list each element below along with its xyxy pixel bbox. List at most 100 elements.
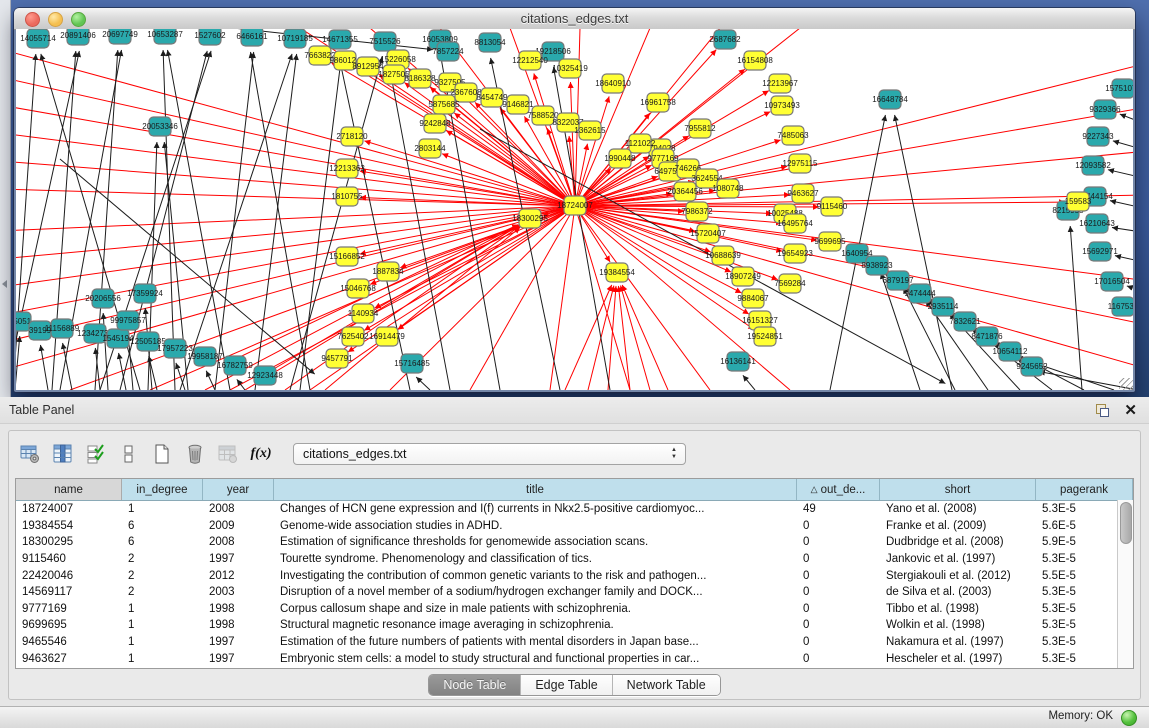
table-row[interactable]: 2242004622012Investigating the contribut… <box>16 567 1133 584</box>
table-cell[interactable]: Estimation of significance thresholds fo… <box>274 536 797 548</box>
table-cell[interactable]: Dudbridge et al. (2008) <box>880 536 1036 548</box>
show-column-button[interactable] <box>50 441 76 467</box>
tab-network-table[interactable]: Network Table <box>613 675 720 695</box>
column-header-year[interactable]: year <box>203 479 274 500</box>
column-header-pagerank[interactable]: pagerank <box>1036 479 1133 500</box>
table-cell[interactable]: 1 <box>122 619 203 631</box>
table-cell[interactable]: 0 <box>797 553 880 565</box>
panel-collapse-arrow-icon[interactable] <box>2 280 7 288</box>
table-cell[interactable]: Franke et al. (2009) <box>880 520 1036 532</box>
table-row[interactable]: 1830029562008Estimation of significance … <box>16 534 1133 551</box>
table-cell[interactable]: 9777169 <box>16 603 122 615</box>
table-cell[interactable]: 2 <box>122 553 203 565</box>
table-cell[interactable]: 18724007 <box>16 503 122 515</box>
row-height-button[interactable] <box>116 441 142 467</box>
table-row[interactable]: 977716911998Corpus callosum shape and si… <box>16 601 1133 618</box>
table-cell[interactable]: 9463627 <box>16 653 122 665</box>
table-cell[interactable]: 1 <box>122 653 203 665</box>
table-cell[interactable]: 19384554 <box>16 520 122 532</box>
column-header-out_de[interactable]: △out_de... <box>797 479 880 500</box>
window-resize-grip[interactable] <box>1119 378 1133 390</box>
table-cell[interactable]: 0 <box>797 570 880 582</box>
table-cell[interactable]: Estimation of the future numbers of pati… <box>274 636 797 648</box>
table-cell[interactable]: 0 <box>797 586 880 598</box>
table-cell[interactable]: Genome-wide association studies in ADHD. <box>274 520 797 532</box>
table-cell[interactable]: Changes of HCN gene expression and I(f) … <box>274 503 797 515</box>
table-header-row[interactable]: namein_degreeyeartitle△out_de...shortpag… <box>16 479 1133 501</box>
table-cell[interactable]: de Silva et al. (2003) <box>880 586 1036 598</box>
column-header-in_degree[interactable]: in_degree <box>122 479 203 500</box>
table-cell[interactable]: Investigating the contribution of common… <box>274 570 797 582</box>
table-cell[interactable]: 49 <box>797 503 880 515</box>
column-header-title[interactable]: title <box>274 479 797 500</box>
table-row[interactable]: 1938455462009Genome-wide association stu… <box>16 518 1133 535</box>
network-window-titlebar[interactable]: citations_edges.txt <box>14 8 1135 30</box>
table-cell[interactable]: 22420046 <box>16 570 122 582</box>
close-panel-icon[interactable]: ✕ <box>1124 401 1137 419</box>
table-cell[interactable]: Hescheler et al. (1997) <box>880 653 1036 665</box>
table-row[interactable]: 946554611997Estimation of the future num… <box>16 634 1133 651</box>
table-cell[interactable]: 0 <box>797 653 880 665</box>
table-cell[interactable]: Nakamura et al. (1997) <box>880 636 1036 648</box>
table-cell[interactable]: 1 <box>122 503 203 515</box>
network-window[interactable]: citations_edges.txt 18724007140557142089… <box>14 8 1135 392</box>
table-cell[interactable]: Disruption of a novel member of a sodium… <box>274 586 797 598</box>
table-cell[interactable]: Jankovic et al. (1997) <box>880 553 1036 565</box>
table-cell[interactable]: 14569117 <box>16 586 122 598</box>
table-cell[interactable]: 2008 <box>203 536 274 548</box>
table-cell[interactable]: 9699695 <box>16 619 122 631</box>
table-row[interactable]: 969969511998Structural magnetic resonanc… <box>16 617 1133 634</box>
tab-edge-table[interactable]: Edge Table <box>521 675 612 695</box>
select-all-rows-button[interactable] <box>83 441 109 467</box>
table-row[interactable]: 946362711997Embryonic stem cells: a mode… <box>16 650 1133 667</box>
table-cell[interactable]: 9115460 <box>16 553 122 565</box>
table-cell[interactable]: 9465546 <box>16 636 122 648</box>
table-cell[interactable]: 1998 <box>203 603 274 615</box>
column-header-name[interactable]: name <box>16 479 122 500</box>
table-cell[interactable]: 0 <box>797 520 880 532</box>
table-cell[interactable]: 1998 <box>203 619 274 631</box>
citation-network-graph[interactable]: 1872400714055714208914062069774910653287… <box>16 29 1133 390</box>
table-cell[interactable]: 1 <box>122 603 203 615</box>
network-canvas[interactable]: 1872400714055714208914062069774910653287… <box>16 29 1133 390</box>
delete-table-button[interactable] <box>182 441 208 467</box>
function-builder-button[interactable]: f(x) <box>248 441 274 467</box>
table-cell[interactable]: 0 <box>797 536 880 548</box>
table-selector-dropdown[interactable]: citations_edges.txt ▲▼ <box>293 443 686 465</box>
table-cell[interactable]: 1 <box>122 636 203 648</box>
table-cell[interactable]: 2 <box>122 586 203 598</box>
scrollbar-thumb[interactable] <box>1120 502 1132 544</box>
table-cell[interactable]: 0 <box>797 636 880 648</box>
table-cell[interactable]: 6 <box>122 520 203 532</box>
table-cell[interactable]: 2009 <box>203 520 274 532</box>
table-vertical-scrollbar[interactable] <box>1117 500 1133 668</box>
table-settings-button[interactable] <box>17 441 43 467</box>
table-cell[interactable]: Wolkin et al. (1998) <box>880 619 1036 631</box>
table-body[interactable]: 1872400712008Changes of HCN gene express… <box>16 501 1133 667</box>
table-cell[interactable]: 6 <box>122 536 203 548</box>
table-cell[interactable]: Stergiakouli et al. (2012) <box>880 570 1036 582</box>
table-cell[interactable]: 2012 <box>203 570 274 582</box>
table-row[interactable]: 1872400712008Changes of HCN gene express… <box>16 501 1133 518</box>
table-cell[interactable]: 18300295 <box>16 536 122 548</box>
table-cell[interactable]: 2 <box>122 570 203 582</box>
table-cell[interactable]: 1997 <box>203 636 274 648</box>
table-cell[interactable]: 2003 <box>203 586 274 598</box>
float-panel-icon[interactable] <box>1096 404 1109 417</box>
table-cell[interactable]: Corpus callosum shape and size in male p… <box>274 603 797 615</box>
table-cell[interactable]: 1997 <box>203 653 274 665</box>
table-row[interactable]: 911546021997Tourette syndrome. Phenomeno… <box>16 551 1133 568</box>
table-cell[interactable]: Yano et al. (2008) <box>880 503 1036 515</box>
new-file-button[interactable] <box>149 441 175 467</box>
table-cell[interactable]: Tibbo et al. (1998) <box>880 603 1036 615</box>
table-cell[interactable]: 1997 <box>203 553 274 565</box>
tab-node-table[interactable]: Node Table <box>429 675 521 695</box>
table-cell[interactable]: Embryonic stem cells: a model to study s… <box>274 653 797 665</box>
table-cell[interactable]: 0 <box>797 603 880 615</box>
table-cell[interactable]: Structural magnetic resonance image aver… <box>274 619 797 631</box>
table-cell[interactable]: Tourette syndrome. Phenomenology and cla… <box>274 553 797 565</box>
column-header-short[interactable]: short <box>880 479 1036 500</box>
table-row[interactable]: 1456911722003Disruption of a novel membe… <box>16 584 1133 601</box>
table-cell[interactable]: 0 <box>797 619 880 631</box>
table-cell[interactable]: 2008 <box>203 503 274 515</box>
